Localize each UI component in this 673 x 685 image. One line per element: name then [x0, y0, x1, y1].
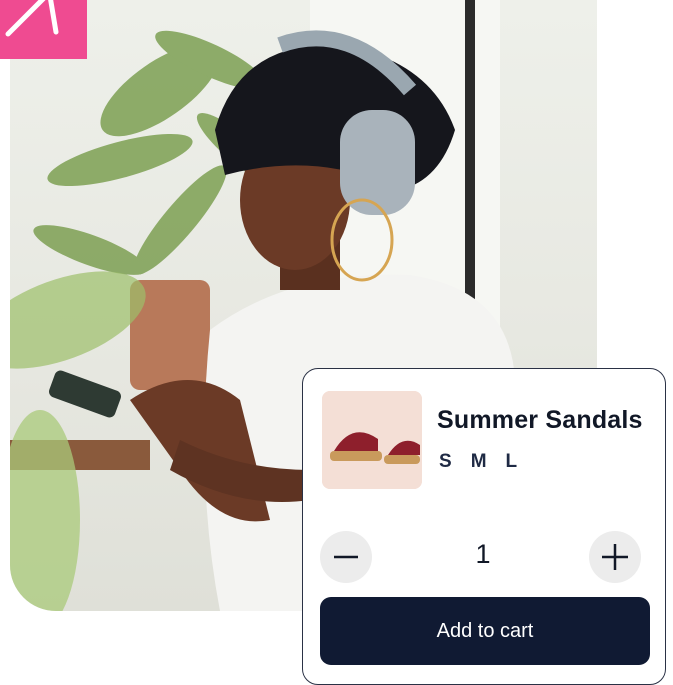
size-option-m[interactable]: M	[471, 451, 488, 473]
increase-quantity-button[interactable]	[589, 531, 641, 583]
arrow-up-right-icon	[5, 0, 59, 37]
sandals-icon	[322, 391, 422, 489]
size-option-s[interactable]: S	[439, 451, 453, 473]
minus-icon	[334, 555, 358, 559]
size-options: S M L	[439, 451, 518, 473]
quantity-value: 1	[475, 539, 491, 569]
size-option-l[interactable]: L	[506, 451, 519, 473]
add-to-cart-button[interactable]: Add to cart	[320, 597, 650, 665]
decrease-quantity-button[interactable]	[320, 531, 372, 583]
corner-badge[interactable]	[0, 0, 87, 59]
product-card: Summer Sandals S M L 1 Add to cart	[302, 368, 666, 685]
plus-icon	[602, 544, 628, 570]
product-title: Summer Sandals	[437, 406, 643, 434]
product-thumbnail[interactable]	[322, 391, 422, 489]
